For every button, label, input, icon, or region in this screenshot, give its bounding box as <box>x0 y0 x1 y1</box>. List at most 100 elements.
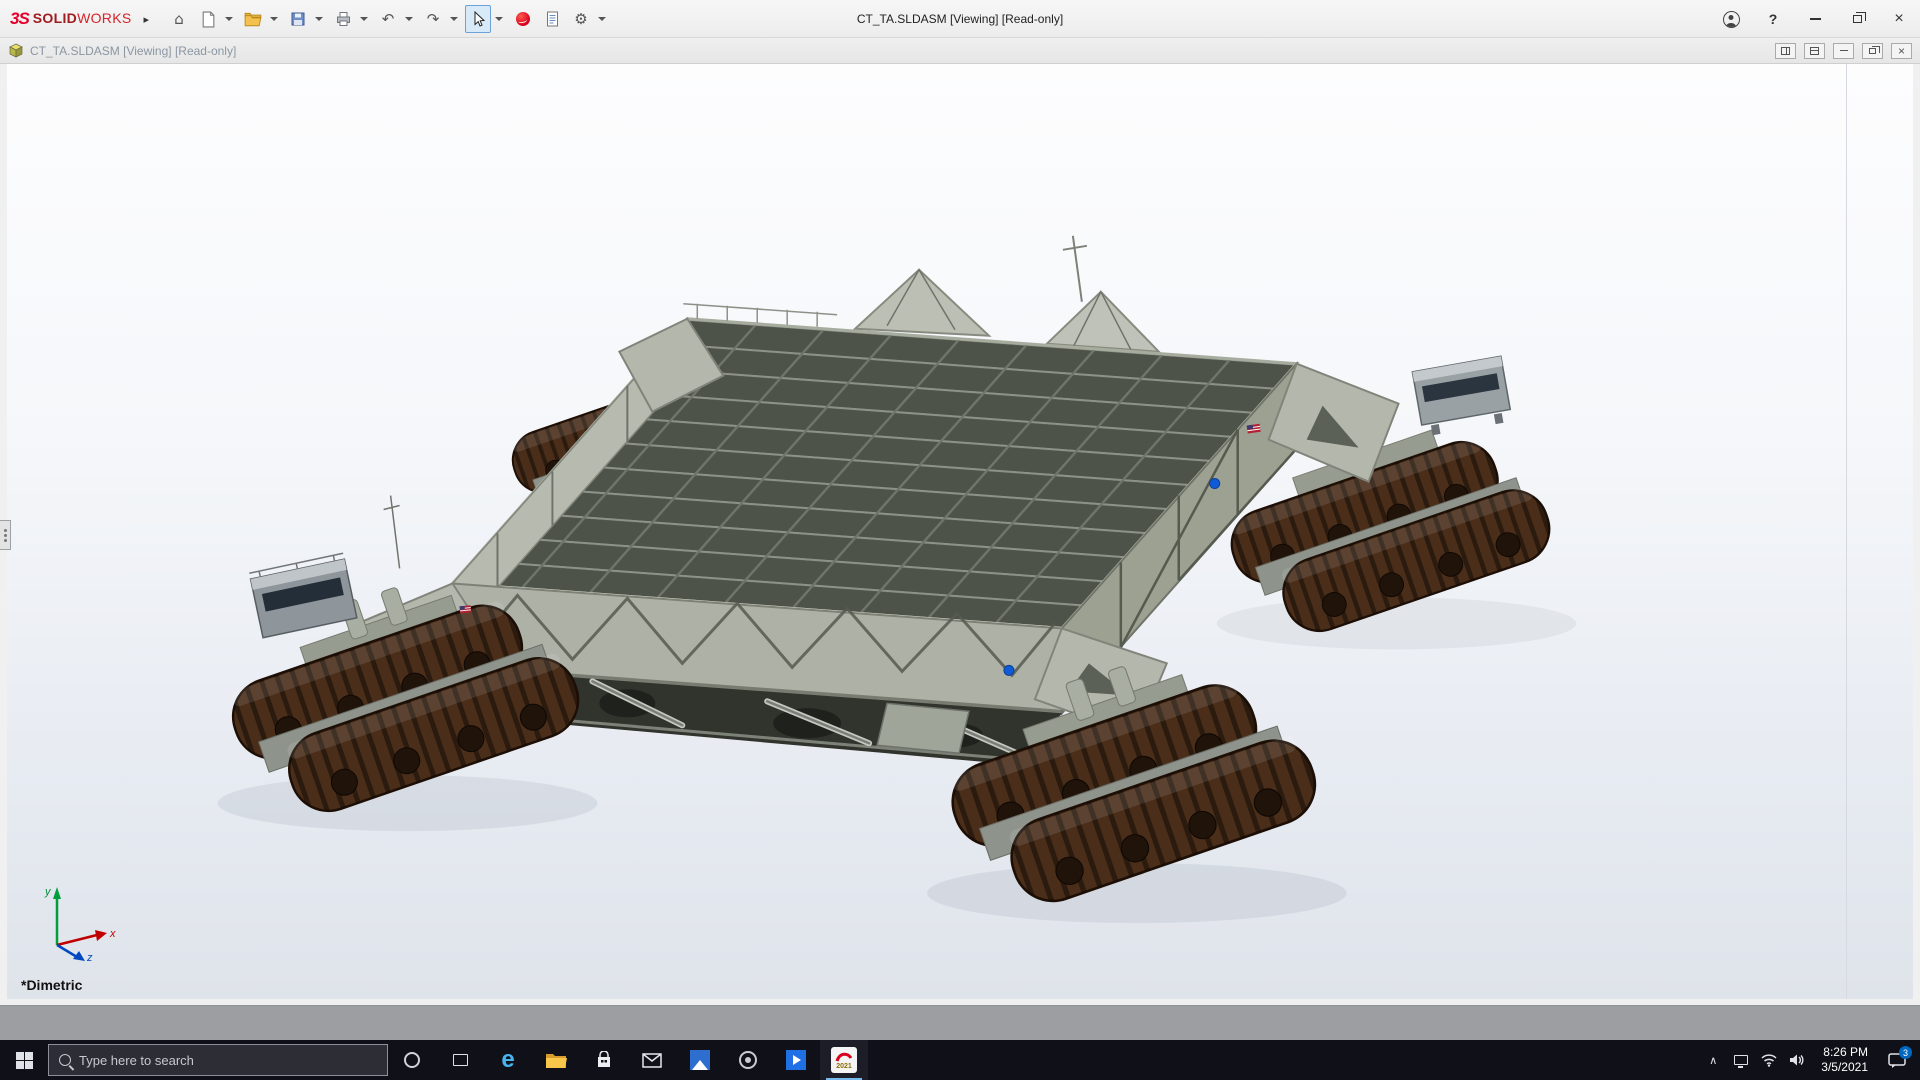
doc-close-button[interactable]: × <box>1891 43 1912 59</box>
taskbar-search[interactable] <box>48 1044 388 1076</box>
cortana-icon <box>404 1052 420 1068</box>
doc-close-icon: × <box>1898 45 1905 57</box>
window-title: CT_TA.SLDASM [Viewing] [Read-only] <box>857 0 1063 38</box>
doc-tile-horizontal-button[interactable] <box>1804 43 1825 59</box>
axis-x-label: x <box>109 928 116 940</box>
photos-button[interactable] <box>676 1040 724 1080</box>
view-orientation-label: *Dimetric <box>21 977 82 993</box>
graphics-area[interactable]: y x z *Dimetric <box>7 64 1913 999</box>
undo-button[interactable]: ↶ <box>375 5 401 33</box>
minimize-button[interactable] <box>1794 0 1836 38</box>
task-view-icon <box>453 1054 468 1066</box>
cortana-button[interactable] <box>388 1040 436 1080</box>
doc-tile-vertical-button[interactable] <box>1775 43 1796 59</box>
cab-front-left <box>249 553 357 637</box>
open-folder-icon <box>244 11 262 27</box>
help-icon: ? <box>1769 11 1778 27</box>
edge-icon: e <box>501 1048 514 1072</box>
chevron-up-icon: ∧ <box>1709 1054 1717 1067</box>
taskbar-left: e <box>0 1040 868 1080</box>
new-document-caret[interactable] <box>225 17 233 21</box>
network-tray-button[interactable] <box>1757 1040 1781 1080</box>
store-icon <box>595 1051 613 1069</box>
file-properties-icon <box>545 11 560 27</box>
options-caret[interactable] <box>598 17 606 21</box>
help-button[interactable]: ? <box>1752 0 1794 38</box>
select-tool-button[interactable] <box>465 5 491 33</box>
open-caret[interactable] <box>270 17 278 21</box>
document-window-controls: × <box>1775 43 1912 59</box>
start-button[interactable] <box>0 1040 48 1080</box>
redo-button[interactable]: ↷ <box>420 5 446 33</box>
camera-button[interactable] <box>724 1040 772 1080</box>
taskbar-clock[interactable]: 8:26 PM 3/5/2021 <box>1813 1045 1876 1075</box>
user-account-icon <box>1723 11 1740 28</box>
task-view-button[interactable] <box>436 1040 484 1080</box>
doc-minimize-button[interactable] <box>1833 43 1854 59</box>
account-button[interactable] <box>1710 0 1752 38</box>
volume-icon <box>1789 1053 1805 1067</box>
camera-icon <box>739 1051 757 1069</box>
mail-icon <box>642 1053 662 1068</box>
select-cursor-icon <box>470 11 486 28</box>
file-explorer-button[interactable] <box>532 1040 580 1080</box>
menu-expand-icon[interactable]: ▸ <box>143 13 149 26</box>
feature-pane-splitter[interactable] <box>0 520 11 550</box>
edge-button[interactable]: e <box>484 1040 532 1080</box>
tile-horizontal-icon <box>1810 47 1819 55</box>
movies-tv-button[interactable] <box>772 1040 820 1080</box>
3dexperience-icon <box>516 12 530 26</box>
display-icon <box>1734 1055 1748 1065</box>
axis-y-label: y <box>44 886 52 898</box>
cab-rear-right <box>1412 356 1512 437</box>
redo-caret[interactable] <box>450 17 458 21</box>
search-input[interactable] <box>79 1053 377 1068</box>
file-properties-button[interactable] <box>539 5 565 33</box>
print-button[interactable] <box>330 5 356 33</box>
save-caret[interactable] <box>315 17 323 21</box>
save-button[interactable] <box>285 5 311 33</box>
solidworks-window: 3S SOLIDWORKS ▸ ⌂ <box>0 0 1920 1006</box>
new-document-button[interactable] <box>195 5 221 33</box>
desktop-screen: 3S SOLIDWORKS ▸ ⌂ <box>0 0 1920 1080</box>
mail-button[interactable] <box>628 1040 676 1080</box>
gear-icon: ⚙ <box>574 12 587 27</box>
assembly-cube-icon <box>8 43 24 58</box>
wifi-icon <box>1761 1054 1777 1067</box>
document-title: CT_TA.SLDASM [Viewing] [Read-only] <box>30 44 236 58</box>
options-button[interactable]: ⚙ <box>568 5 594 33</box>
undo-icon: ↶ <box>382 12 395 27</box>
task-pane-edge <box>1846 64 1847 999</box>
document-titlebar: CT_TA.SLDASM [Viewing] [Read-only] × <box>0 38 1920 64</box>
axis-z-label: z <box>86 952 93 963</box>
display-tray-button[interactable] <box>1729 1040 1753 1080</box>
doc-restore-icon <box>1869 48 1876 54</box>
brand-text-solid: SOLID <box>33 10 77 26</box>
search-icon <box>59 1054 71 1066</box>
open-button[interactable] <box>240 5 266 33</box>
hidden-icons-button[interactable]: ∧ <box>1701 1040 1725 1080</box>
tile-vertical-icon <box>1781 47 1790 55</box>
orientation-triad[interactable]: y x z <box>23 877 123 963</box>
doc-restore-button[interactable] <box>1862 43 1883 59</box>
crawler-transporter-model <box>7 64 1913 999</box>
select-tool-caret[interactable] <box>495 17 503 21</box>
dassault-3ds-icon: 3S <box>10 9 29 29</box>
home-icon: ⌂ <box>174 12 184 27</box>
action-center-button[interactable]: 3 <box>1880 1040 1914 1080</box>
close-button[interactable]: × <box>1878 0 1920 38</box>
system-tray: ∧ 8:26 PM 3/5/2021 <box>1701 1040 1920 1080</box>
app-titlebar: 3S SOLIDWORKS ▸ ⌂ <box>0 0 1920 38</box>
store-button[interactable] <box>580 1040 628 1080</box>
restore-button[interactable] <box>1836 0 1878 38</box>
volume-tray-button[interactable] <box>1785 1040 1809 1080</box>
print-caret[interactable] <box>360 17 368 21</box>
undo-caret[interactable] <box>405 17 413 21</box>
3dexperience-marketplace-button[interactable] <box>510 5 536 33</box>
home-button[interactable]: ⌂ <box>166 5 192 33</box>
file-explorer-icon <box>545 1051 567 1069</box>
photos-icon <box>690 1050 710 1070</box>
solidworks-app-button[interactable]: 2021 <box>820 1040 868 1080</box>
clock-date: 3/5/2021 <box>1821 1060 1868 1075</box>
print-icon <box>335 11 352 27</box>
